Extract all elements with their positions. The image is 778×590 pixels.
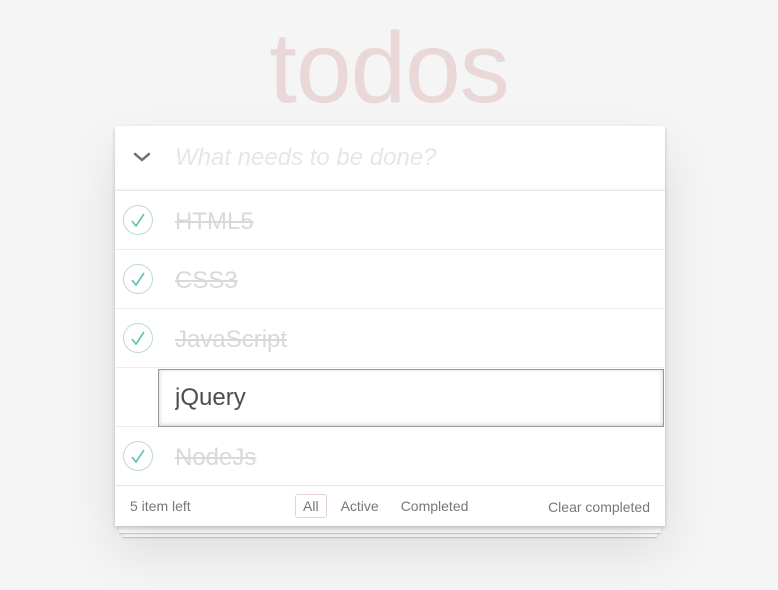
todo-label[interactable]: HTML5 <box>175 208 254 236</box>
todo-header <box>115 126 665 191</box>
clear-completed-button[interactable]: Clear completed <box>548 499 650 515</box>
todo-item[interactable]: JavaScript <box>115 309 665 368</box>
filter-completed[interactable]: Completed <box>393 494 477 518</box>
app-title: todos <box>269 12 510 124</box>
todo-label[interactable]: CSS3 <box>175 267 238 295</box>
checkmark-icon <box>131 331 145 346</box>
chevron-down-icon <box>133 152 151 162</box>
todo-toggle-checkbox[interactable] <box>123 323 153 353</box>
checkmark-icon <box>131 449 145 464</box>
new-todo-input[interactable] <box>175 138 645 178</box>
toggle-all-button[interactable] <box>128 143 156 171</box>
todo-toggle-checkbox[interactable] <box>123 264 153 294</box>
checkmark-icon <box>131 272 145 287</box>
todo-toggle-checkbox[interactable] <box>123 441 153 471</box>
todo-app: HTML5 CSS3 JavaScript <box>115 126 665 526</box>
todo-label[interactable]: JavaScript <box>175 326 287 354</box>
todo-item[interactable]: NodeJs <box>115 427 665 485</box>
todo-footer: 5 item left All Active Completed Clear c… <box>115 485 665 526</box>
todo-item[interactable]: CSS3 <box>115 250 665 309</box>
todo-item-editing[interactable] <box>115 368 665 427</box>
checkmark-icon <box>131 213 145 228</box>
todo-edit-input[interactable] <box>158 369 664 427</box>
todo-label[interactable]: NodeJs <box>175 444 256 472</box>
filter-all[interactable]: All <box>295 494 327 518</box>
items-left-count: 5 item left <box>130 498 191 514</box>
todo-list: HTML5 CSS3 JavaScript jQuery NodeJs <box>115 191 665 485</box>
todo-item[interactable]: HTML5 <box>115 191 665 250</box>
todo-toggle-checkbox[interactable] <box>123 205 153 235</box>
filter-list: All Active Completed <box>295 494 476 518</box>
filter-active[interactable]: Active <box>333 494 387 518</box>
